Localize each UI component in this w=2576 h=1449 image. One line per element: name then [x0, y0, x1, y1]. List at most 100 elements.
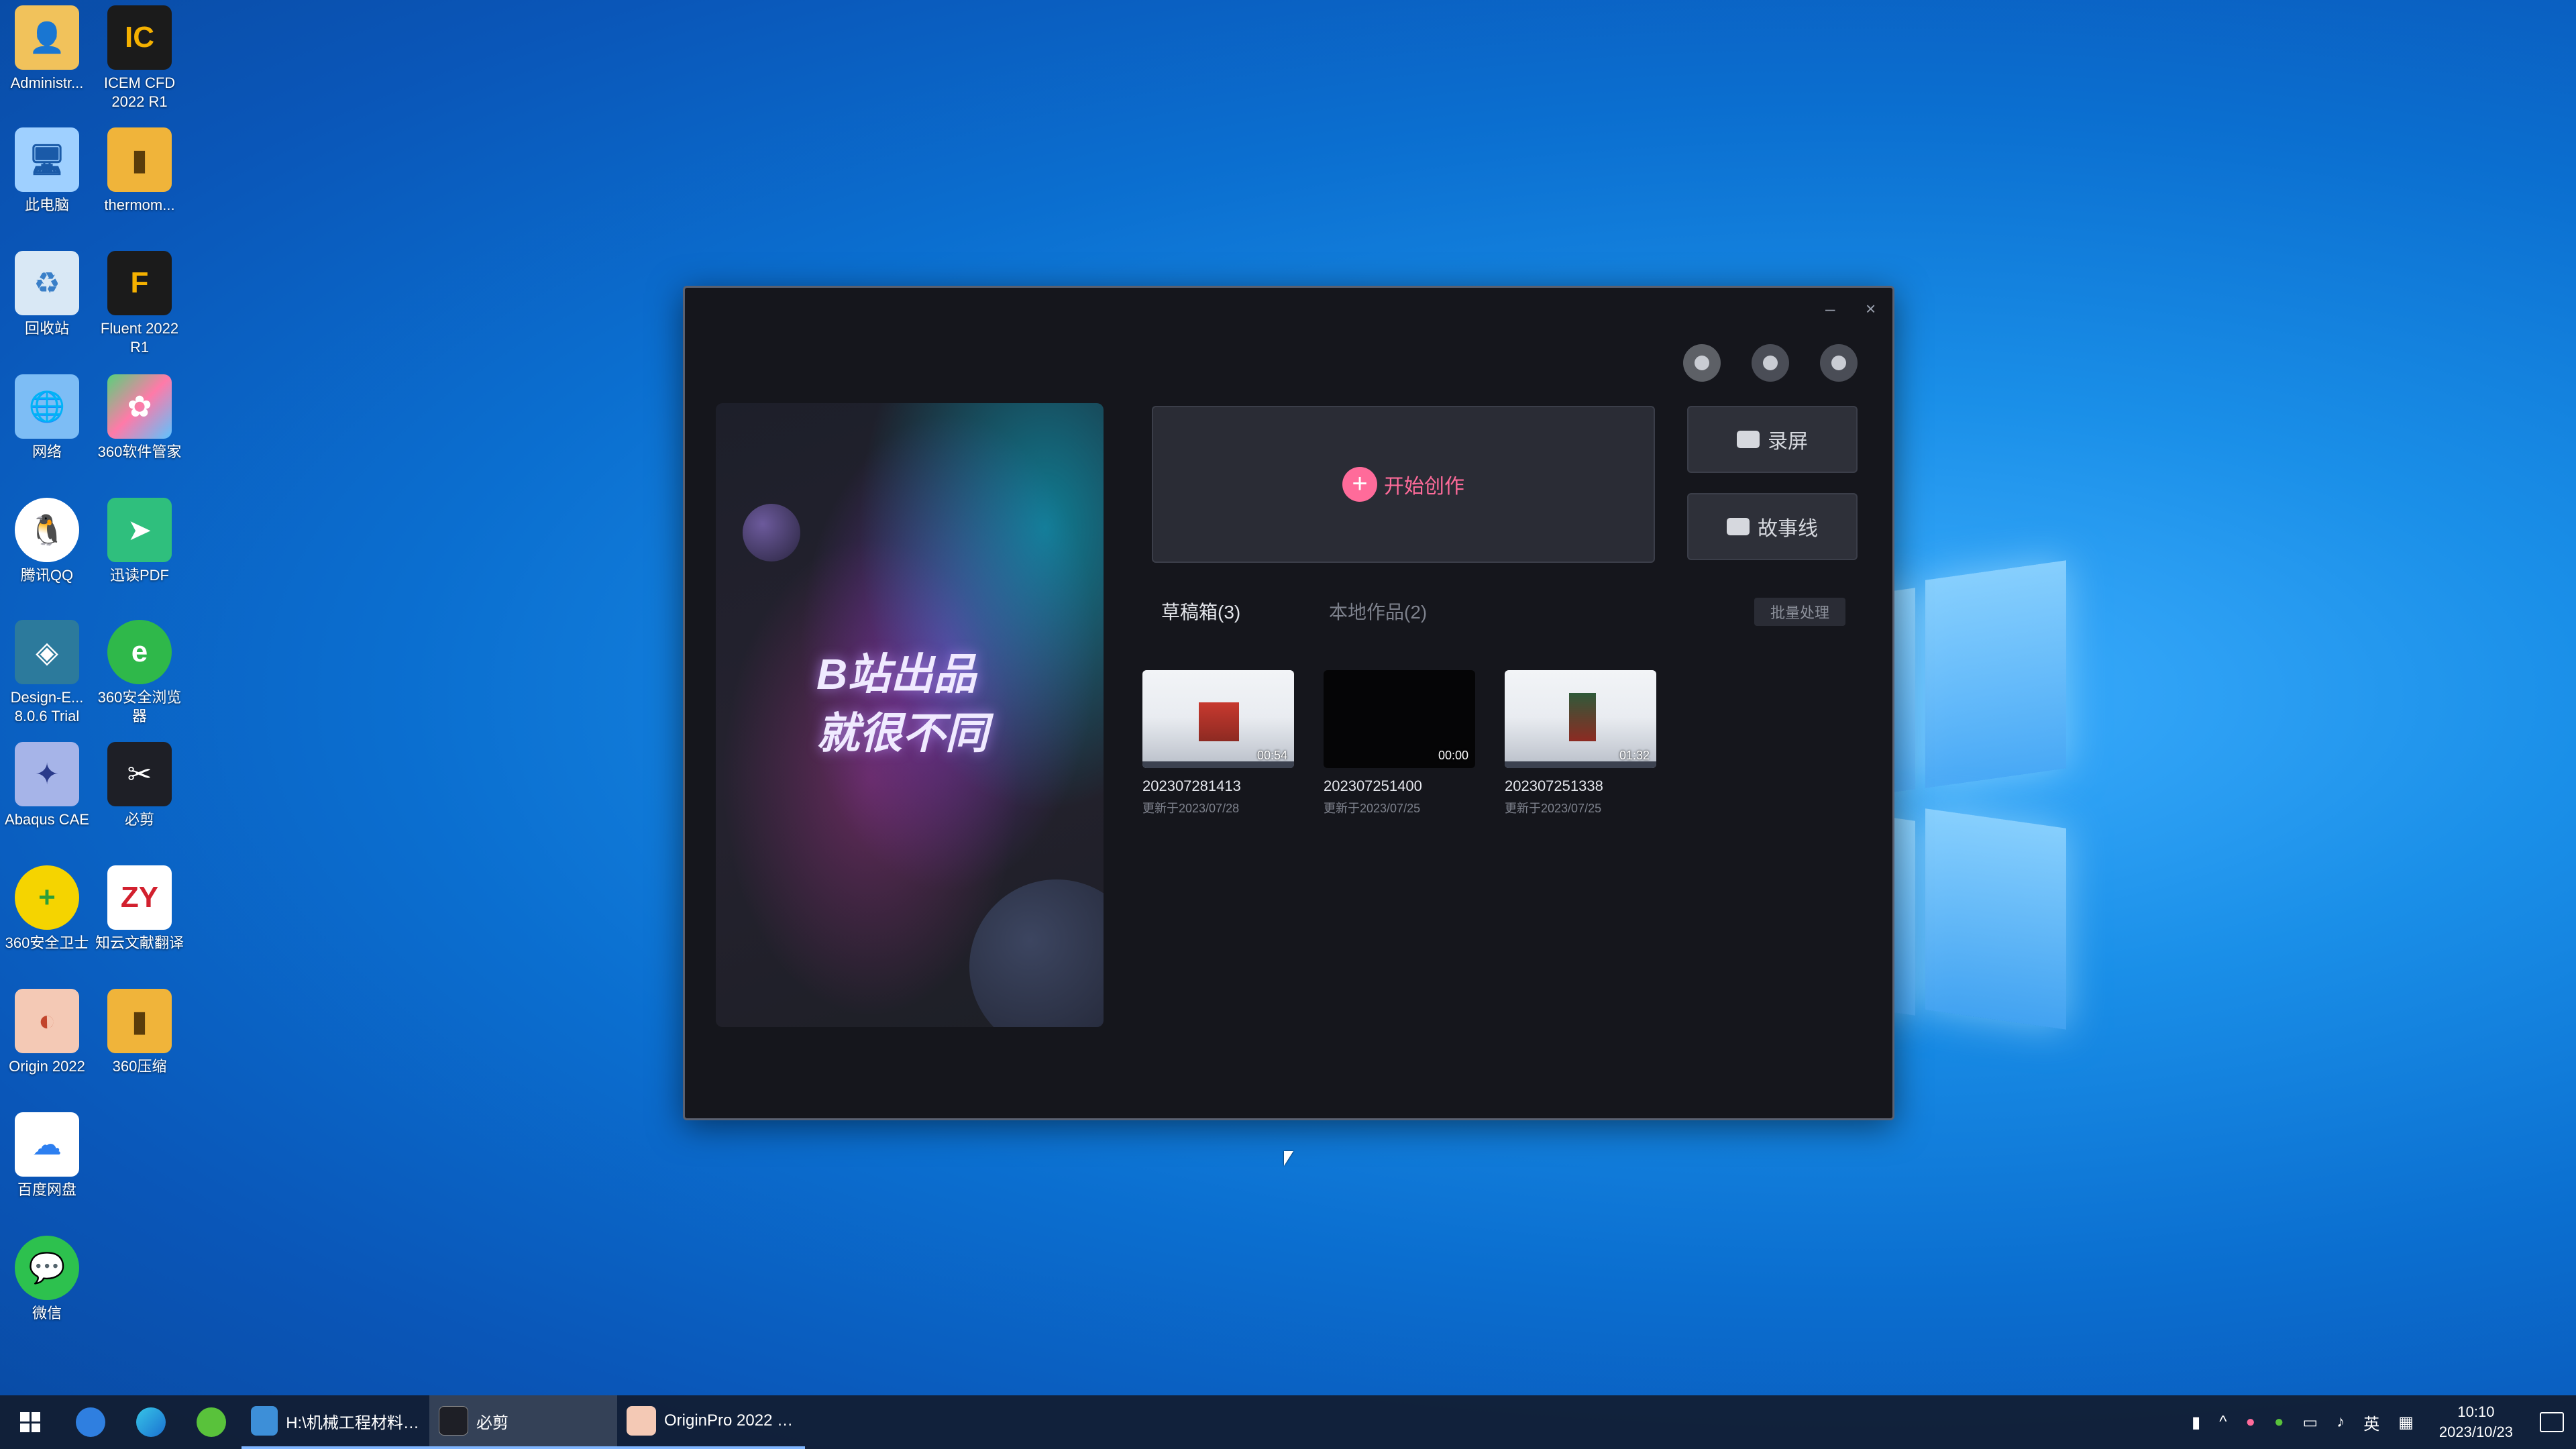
planet-decoration	[743, 504, 800, 561]
taskbar-360-browser[interactable]	[181, 1395, 241, 1449]
360-security-icon: +	[15, 865, 79, 930]
desktop-icon-this-pc[interactable]: 🖥 此电脑	[0, 127, 94, 241]
message-button[interactable]	[1820, 344, 1858, 382]
network-status-icon[interactable]: ▭	[2303, 1413, 2318, 1432]
message-icon	[1831, 356, 1846, 370]
draft-updated: 更新于2023/07/25	[1505, 802, 1602, 815]
promo-banner: B站出品 就很不同	[716, 403, 1104, 1027]
desktop-icon-design-expert[interactable]: ◈ Design-E... 8.0.6 Trial	[0, 620, 94, 734]
desktop-icon-baidu-netdisk[interactable]: ☁ 百度网盘	[0, 1112, 94, 1226]
desktop-icon-qq[interactable]: 🐧 腾讯QQ	[0, 498, 94, 612]
desktop-icon-icem-cfd[interactable]: IC ICEM CFD 2022 R1	[93, 5, 186, 119]
desktop-icon-network[interactable]: 🌐 网络	[0, 374, 94, 488]
user-avatar-icon	[1695, 356, 1709, 370]
draft-duration: 00:54	[1256, 749, 1287, 762]
draft-item[interactable]: 01:32 202307251338 更新于2023/07/25	[1505, 670, 1656, 816]
draft-duration: 01:32	[1619, 749, 1650, 762]
desktop-icon-fluent[interactable]: F Fluent 2022 R1	[93, 251, 186, 365]
taskbar-task-origin[interactable]: OriginPro 2022 (...	[617, 1395, 805, 1449]
draft-thumbnail: 01:32	[1505, 670, 1656, 768]
storyline-label: 故事线	[1758, 518, 1818, 540]
draft-name: 202307251338	[1505, 777, 1603, 794]
volume-icon[interactable]: ♪	[2337, 1413, 2345, 1432]
start-create-button[interactable]: + 开始创作	[1152, 406, 1655, 563]
desktop-icon-abaqus[interactable]: ✦ Abaqus CAE	[0, 742, 94, 856]
desktop-icon-thermom[interactable]: ▮ thermom...	[93, 127, 186, 241]
icem-cfd-icon: IC	[107, 5, 172, 70]
360-tray-icon[interactable]: ●	[2274, 1413, 2284, 1432]
tab-local-works[interactable]: 本地作品(2)	[1329, 598, 1427, 625]
clock-date: 2023/10/23	[2438, 1424, 2513, 1440]
avatar[interactable]	[1683, 344, 1721, 382]
bijian-app-window: – × B站出品 就很不同 + 开始创作 录屏 故事线 草稿箱(3) 本地作品(…	[683, 286, 1894, 1120]
recycle-bin-icon: ♻	[15, 251, 79, 315]
desktop-icon-bijian[interactable]: ✂ 必剪	[93, 742, 186, 856]
draft-updated: 更新于2023/07/25	[1324, 802, 1421, 815]
desktop-icon-zhiyun[interactable]: ZY 知云文献翻译	[93, 865, 186, 979]
fluent-icon: F	[107, 251, 172, 315]
banner-slogan-line2: 就很不同	[816, 709, 988, 757]
taskbar-ie[interactable]	[60, 1395, 121, 1449]
wechat-icon: 💬	[15, 1236, 79, 1300]
desktop-icon-recycle-bin[interactable]: ♻ 回收站	[0, 251, 94, 365]
start-button[interactable]	[0, 1395, 60, 1449]
clock[interactable]: 10:10 2023/10/23	[2439, 1402, 2513, 1442]
record-screen-label: 录屏	[1768, 431, 1808, 453]
tab-drafts[interactable]: 草稿箱(3)	[1161, 598, 1240, 625]
record-screen-button[interactable]: 录屏	[1687, 406, 1858, 473]
computer-icon: 🖥	[15, 127, 79, 192]
app-tray-icon[interactable]: ●	[2246, 1413, 2256, 1432]
ie-icon	[76, 1407, 105, 1437]
baidu-netdisk-icon: ☁	[15, 1112, 79, 1177]
ime-indicator[interactable]: 英	[2363, 1411, 2379, 1434]
task-label: H:\机械工程材料—...	[286, 1413, 420, 1432]
zhiyun-icon: ZY	[107, 865, 172, 930]
desktop-icon-origin[interactable]: ◐ Origin 2022	[0, 989, 94, 1103]
banner-slogan: B站出品 就很不同	[816, 645, 988, 763]
settings-button[interactable]	[1752, 344, 1789, 382]
thumbnail-object	[1569, 693, 1596, 741]
pdf-reader-icon: ➤	[107, 498, 172, 562]
origin-icon: ◐	[15, 989, 79, 1053]
keyboard-icon[interactable]: ▦	[2398, 1413, 2414, 1432]
banner-slogan-line1: B站出品	[816, 650, 977, 698]
battery-icon[interactable]: ▮	[2192, 1413, 2200, 1432]
minimize-button[interactable]: –	[1825, 299, 1835, 319]
camera-icon	[1727, 518, 1750, 535]
origin-icon	[627, 1406, 656, 1436]
desktop-icon-360-browser[interactable]: e 360安全浏览器	[93, 620, 186, 734]
batch-process-button[interactable]: 批量处理	[1754, 598, 1845, 626]
desktop-icon-360-software[interactable]: ✿ 360软件管家	[93, 374, 186, 488]
clock-time: 10:10	[2457, 1403, 2495, 1420]
bijian-icon: ✂	[107, 742, 172, 806]
taskbar-task-bijian[interactable]: 必剪	[429, 1395, 617, 1449]
taskbar-edge[interactable]	[121, 1395, 181, 1449]
storyline-button[interactable]: 故事线	[1687, 493, 1858, 560]
notification-icon[interactable]	[2540, 1412, 2564, 1432]
desktop-icon-360-zip[interactable]: ▮ 360压缩	[93, 989, 186, 1103]
user-folder-icon: 👤	[15, 5, 79, 70]
draft-thumbnail: 00:00	[1324, 670, 1475, 768]
360-zip-icon: ▮	[107, 989, 172, 1053]
mouse-cursor	[1284, 1151, 1293, 1166]
system-tray: ▮ ^ ● ● ▭ ♪ 英 ▦ 10:10 2023/10/23	[2182, 1395, 2576, 1449]
chevron-up-icon[interactable]: ^	[2219, 1413, 2226, 1432]
thumbnail-object	[1199, 702, 1239, 741]
qq-icon: 🐧	[15, 498, 79, 562]
desktop-icon-360-security[interactable]: + 360安全卫士	[0, 865, 94, 979]
close-button[interactable]: ×	[1866, 299, 1876, 319]
desktop-icon-pdf[interactable]: ➤ 迅读PDF	[93, 498, 186, 612]
start-create-label: 开始创作	[1384, 476, 1464, 498]
draft-item[interactable]: 00:54 202307281413 更新于2023/07/28	[1142, 670, 1294, 816]
draft-duration: 00:00	[1438, 749, 1468, 762]
edge-icon	[136, 1407, 166, 1437]
taskbar-task-explorer[interactable]: H:\机械工程材料—...	[241, 1395, 429, 1449]
design-expert-icon: ◈	[15, 620, 79, 684]
folder-icon	[251, 1406, 278, 1436]
360-software-icon: ✿	[107, 374, 172, 439]
abaqus-icon: ✦	[15, 742, 79, 806]
draft-item[interactable]: 00:00 202307251400 更新于2023/07/25	[1324, 670, 1475, 816]
planet-decoration	[969, 879, 1104, 1027]
desktop-icon-wechat[interactable]: 💬 微信	[0, 1236, 94, 1350]
desktop-icon-administrator[interactable]: 👤 Administr...	[0, 5, 94, 119]
